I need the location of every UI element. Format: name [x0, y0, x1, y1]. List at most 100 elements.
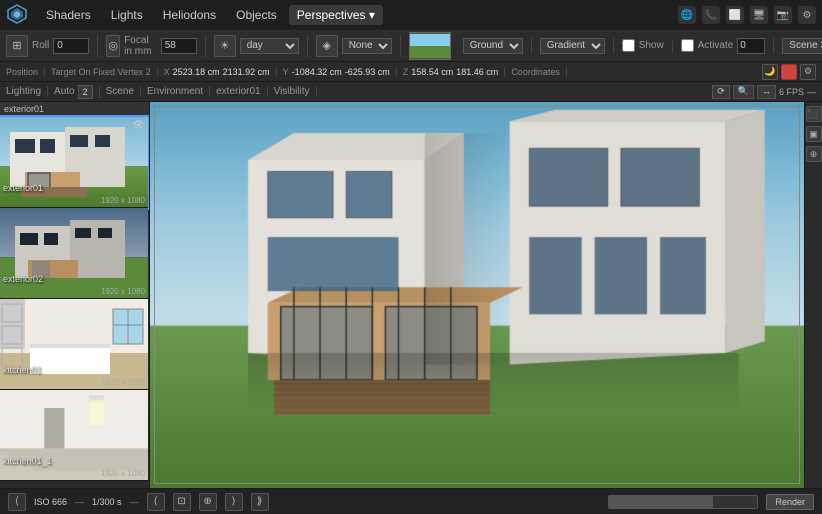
y-section: Y -1084.32 cm -625.93 cm [283, 67, 397, 77]
vp-icon1[interactable]: ⟳ [712, 85, 730, 99]
activate-label: Activate [698, 40, 734, 51]
bb-zoom-fit[interactable]: ⊡ [173, 493, 191, 511]
toolbar-view-icon[interactable]: ⊞ [6, 35, 28, 57]
z-value: 158.54 cm [411, 67, 453, 77]
x-label: X [164, 67, 170, 77]
menu-lights[interactable]: Lights [103, 5, 151, 25]
perspectives-arrow: ▾ [369, 8, 375, 22]
roll-label: Roll [32, 40, 49, 51]
bb-nav-next[interactable]: ⟩ [225, 493, 243, 511]
main-content: exterior01 👁 exterior01 1920 x 1080 exte… [0, 102, 822, 488]
focal-label: Focal in mm [124, 35, 157, 57]
render-button[interactable]: Render [766, 494, 814, 510]
viewport-label: exterior01 [216, 86, 260, 97]
toolbar-view-group: ⊞ Roll [6, 35, 98, 57]
x-section: X 2523.18 cm 2131.92 cm [164, 67, 277, 77]
bb-icon-1[interactable]: ⟨ [8, 493, 26, 511]
day-icon: ☀ [214, 35, 236, 57]
menu-icon-display[interactable]: 🖥 [750, 6, 768, 24]
coordinates-label: Coordinates [511, 67, 560, 77]
target-header: Target On Fixed Vertex 2 [51, 67, 151, 77]
perspective-thumb-exterior01[interactable]: 👁 exterior01 1920 x 1080 [0, 117, 148, 208]
x-target: 2131.92 cm [223, 67, 270, 77]
vis-label: Visibility [274, 86, 310, 97]
position-bar: Position Target On Fixed Vertex 2 X 2523… [0, 62, 822, 82]
lighting-label: Lighting [6, 86, 41, 97]
bb-nav-prev[interactable]: ⟨ [147, 493, 165, 511]
perspective-name: exterior01 [4, 104, 44, 114]
fps-label: 6 FPS [779, 87, 804, 97]
target-section: Target On Fixed Vertex 2 [51, 67, 158, 77]
position-header: Position [6, 67, 38, 77]
none-select[interactable]: None Fog Haze [342, 38, 392, 54]
menu-icon-window[interactable]: ⬜ [726, 6, 744, 24]
perspective-thumb-exterior02[interactable]: exterior02 1920 x 1080 [0, 208, 148, 299]
menu-objects[interactable]: Objects [228, 5, 285, 25]
bb-nav-end[interactable]: ⟫ [251, 493, 269, 511]
toolbar-ground-group: Ground Sky Both [463, 38, 532, 54]
y-value: -1084.32 cm [292, 67, 342, 77]
thumb-eye-icon: 👁 [132, 120, 145, 131]
fps-sep: — [807, 87, 816, 97]
menu-perspectives[interactable]: Perspectives ▾ [289, 5, 383, 25]
sec-lighting-group: Lighting [6, 86, 48, 97]
right-icons-row2: 🌙 ⚙ [762, 64, 816, 80]
toolbar-gradient-group: Gradient Solid [540, 38, 614, 54]
activate-input[interactable] [737, 38, 765, 54]
gradient-select[interactable]: Gradient Solid [540, 38, 605, 54]
sec-scene-group: Scene [106, 86, 141, 97]
sec-vis-group: Visibility [274, 86, 317, 97]
auto-btn[interactable]: 2 [78, 85, 93, 99]
perspective-thumb-kitchen01-1[interactable]: kitchen01_1 1920 x 1080 [0, 390, 148, 481]
viewport [150, 102, 804, 488]
thumb-size-exterior02: 1920 x 1080 [101, 287, 145, 296]
thumb-size-exterior01: 1920 x 1080 [101, 196, 145, 205]
ground-select[interactable]: Ground Sky Both [463, 38, 523, 54]
env-preview [409, 32, 451, 60]
menu-shaders[interactable]: Shaders [38, 5, 99, 25]
roll-input[interactable] [53, 38, 89, 54]
x-value: 2523.18 cm [173, 67, 220, 77]
toolbar-scene-group: Scene 3D Plants Light Scene Only [782, 38, 822, 54]
main-scene-canvas [150, 102, 804, 488]
toolbar: ⊞ Roll ◎ Focal in mm ☀ day night custom … [0, 30, 822, 62]
z-section: Z 158.54 cm 181.46 cm [403, 67, 506, 77]
show-checkbox[interactable] [622, 39, 635, 52]
right-icon-red[interactable] [781, 64, 797, 80]
position-section: Position [6, 67, 45, 77]
right-btn-3[interactable]: ⊕ [806, 146, 822, 162]
thumb-label-kitchen01: kitchen01 [3, 365, 42, 375]
right-icon-moon[interactable]: 🌙 [762, 64, 778, 80]
activate-checkbox[interactable] [681, 39, 694, 52]
right-icon-gear2[interactable]: ⚙ [800, 64, 816, 80]
scene-select[interactable]: Scene 3D Plants Light Scene Only [782, 38, 822, 54]
focal-input[interactable] [161, 38, 197, 54]
app-logo [6, 3, 34, 28]
right-btn-1[interactable]: ⬛ [806, 106, 822, 122]
zoom-value: ISO 666 [34, 497, 67, 507]
menu-icon-camera[interactable]: 📷 [774, 6, 792, 24]
focal-icon: ◎ [106, 35, 120, 57]
bottom-bar: ⟨ ISO 666 — 1/300 s — ⟨ ⊡ ⊕ ⟩ ⟫ Render [0, 488, 822, 514]
toolbar-activate-group: Activate [681, 38, 775, 54]
viewport-toolbar-icons: ⟳ 🔍 ↔ 6 FPS — [712, 85, 816, 99]
left-panel: exterior01 👁 exterior01 1920 x 1080 exte… [0, 102, 150, 488]
vp-icon2[interactable]: 🔍 [733, 85, 754, 99]
sec-auto-group: Auto 2 [54, 85, 100, 99]
menu-icon-phone[interactable]: 📞 [702, 6, 720, 24]
thumb-size-kitchen01-1: 1920 x 1080 [101, 469, 145, 478]
menu-right-icons: 🌐 📞 ⬜ 🖥 📷 ⚙ [678, 6, 816, 24]
bb-sep2: — [130, 497, 139, 507]
toolbar-show-group: Show [622, 39, 673, 52]
menu-icon-globe[interactable]: 🌐 [678, 6, 696, 24]
menu-icon-settings[interactable]: ⚙ [798, 6, 816, 24]
day-select[interactable]: day night custom [240, 38, 299, 54]
perspective-thumb-kitchen01[interactable]: kitchen01 1920 x 1080 [0, 299, 148, 390]
vp-icon3[interactable]: ↔ [757, 85, 776, 99]
bb-zoom-in[interactable]: ⊕ [199, 493, 217, 511]
right-btn-2[interactable]: ▣ [806, 126, 822, 142]
viewport-canvas[interactable] [150, 102, 804, 488]
toolbar-day-group: ☀ day night custom [214, 35, 308, 57]
menu-heliodons[interactable]: Heliodons [155, 5, 224, 25]
bb-sep: — [75, 497, 84, 507]
